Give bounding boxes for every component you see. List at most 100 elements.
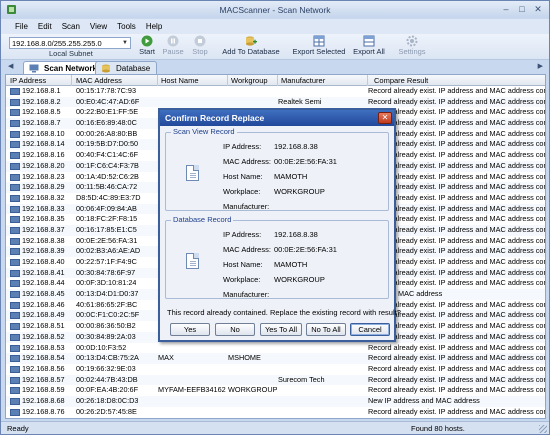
status-text: Ready (7, 424, 29, 433)
start-button[interactable]: Start (137, 35, 157, 56)
maximize-icon[interactable]: □ (515, 3, 529, 15)
cell-ip-address: 192.168.8.59 (22, 385, 65, 395)
subnet-label: Local Subnet (49, 49, 93, 58)
no-button[interactable]: No (215, 323, 255, 336)
pause-button[interactable]: Pause (162, 35, 184, 56)
col-ip-address[interactable]: IP Address (6, 75, 72, 86)
cell-compare-result: Record already exist. IP address and MAC… (368, 374, 546, 384)
settings-button[interactable]: Settings (397, 35, 427, 56)
col-workgroup[interactable]: Workgroup (228, 75, 278, 86)
host-icon (10, 205, 20, 213)
host-icon (10, 291, 20, 299)
cell-compare-result: Record already exist. IP address and MAC… (368, 86, 546, 95)
stop-button[interactable]: Stop (190, 35, 210, 56)
cell-manufacturer: Surecom Tech (278, 374, 325, 384)
dialog-close-icon[interactable]: ✕ (378, 112, 392, 124)
scan-view-record-group: Scan View Record IP Address: 192.168.8.3… (165, 127, 389, 211)
table-row[interactable]: 192.168.8.53 00:0D:10:F3:52 Record already… (6, 342, 545, 354)
cell-manufacturer: Realtek Semi (278, 96, 322, 106)
yes-button[interactable]: Yes (170, 323, 210, 336)
cell-ip-address: 192.168.8.10 (22, 128, 65, 138)
menu-edit[interactable]: Edit (38, 22, 52, 31)
col-manufacturer[interactable]: Manufacturer (278, 75, 368, 86)
cell-mac-address: 00:02:44:7B:43:DB (76, 374, 138, 384)
cell-mac-address: 00:0C:F1:C0:2C:5F (76, 310, 140, 320)
host-icon (10, 312, 20, 320)
table-row[interactable]: 192.168.8.68 00:26:18:D8:0C:D3 New IP addr… (6, 395, 545, 407)
cell-mac-address: 00:1A:4D:52:C6:2B (76, 171, 139, 181)
cell-mac-address: 00:15:17:78:7C:93 (76, 86, 137, 95)
close-icon[interactable]: ✕ (531, 3, 545, 15)
menu-file[interactable]: File (15, 22, 28, 31)
scan-workplace-label: Workplace: (223, 187, 261, 196)
host-icon (10, 130, 20, 138)
table-row[interactable]: 192.168.8.2 00:E0:4C:47:AD:6F Realtek Semi… (6, 96, 545, 108)
db-host-value: MAMOTH (274, 260, 308, 269)
export-all-button[interactable]: Export All (353, 35, 385, 56)
cell-ip-address: 192.168.8.16 (22, 150, 65, 160)
col-mac-address[interactable]: MAC Address (72, 75, 158, 86)
menu-view[interactable]: View (90, 22, 107, 31)
table-row[interactable]: 192.168.8.1 00:15:17:78:7C:93 Record alrea… (6, 86, 546, 97)
cell-mac-address: 00:26:2D:57:45:8E (76, 406, 137, 416)
menu-help[interactable]: Help (146, 22, 162, 31)
host-icon (10, 301, 20, 309)
database-icon (102, 64, 110, 73)
cell-ip-address: 192.168.8.29 (22, 182, 65, 192)
tab-scan-network[interactable]: Scan Network (23, 61, 104, 74)
host-icon (10, 226, 20, 234)
minimize-icon[interactable]: – (499, 3, 513, 15)
gear-icon (406, 35, 418, 47)
table-row[interactable]: 192.168.8.59 00:0F:EA:4B:20:6F MYFAM-EEFB3… (6, 385, 545, 396)
scan-ip-label: IP Address: (223, 142, 262, 151)
host-icon (10, 173, 20, 181)
cancel-button[interactable]: Cancel (350, 323, 390, 336)
scan-host-value: MAMOTH (274, 172, 308, 181)
host-icon (10, 194, 20, 202)
chevron-down-icon[interactable]: ▼ (120, 38, 130, 48)
main-window: MACScanner - Scan Network – □ ✕ File Edi… (0, 0, 550, 435)
scan-ip-value: 192.168.8.38 (274, 142, 318, 151)
export-selected-button[interactable]: Export Selected (291, 35, 347, 56)
col-compare-result[interactable]: Compare Result (368, 75, 545, 86)
cell-ip-address: 192.168.8.53 (22, 342, 65, 352)
tab-database[interactable]: Database (95, 61, 158, 74)
cell-ip-address: 192.168.8.2 (22, 96, 61, 106)
subnet-select[interactable]: 192.168.8.0/255.255.255.0 ▼ (9, 37, 131, 49)
col-host-name[interactable]: Host Name (158, 75, 228, 86)
cell-ip-address: 192.168.8.20 (22, 160, 65, 170)
menu-tools[interactable]: Tools (117, 22, 136, 31)
host-icon (10, 333, 20, 341)
network-icon (29, 64, 39, 73)
cell-ip-address: 192.168.8.1 (22, 86, 61, 95)
cell-ip-address: 192.168.8.49 (22, 310, 65, 320)
host-icon (10, 344, 20, 352)
yes-to-all-button[interactable]: Yes To All (260, 323, 302, 336)
export-all-icon (363, 35, 375, 47)
host-icon (10, 323, 20, 331)
table-row[interactable]: 192.168.8.56 00:19:66:32:9E:03 Record alre… (6, 363, 545, 375)
subnet-value: 192.168.8.0/255.255.255.0 (12, 39, 102, 48)
cell-mac-address: 00:18:FC:2F:F8:15 (76, 214, 138, 224)
cell-workgroup: WORKGROUP (228, 385, 278, 395)
host-icon (10, 355, 20, 363)
no-to-all-button[interactable]: No To All (306, 323, 346, 336)
cell-compare-result: Record already exist. IP address and MAC… (368, 406, 546, 416)
cell-compare-result: New IP address and MAC address (368, 395, 480, 405)
menu-scan[interactable]: Scan (62, 22, 80, 31)
table-row[interactable]: 192.168.8.76 00:26:2D:57:45:8E Record alre… (6, 406, 546, 418)
play-icon (141, 35, 153, 47)
host-icon (10, 141, 20, 149)
cell-mac-address: 00:19:66:32:9E:03 (76, 363, 136, 373)
cell-mac-address: 00:11:5B:46:CA:72 (76, 182, 138, 192)
status-bar: Ready Found 80 hosts. (1, 421, 549, 434)
database-record-group: Database Record IP Address: 192.168.8.38… (165, 215, 389, 299)
host-count: Found 80 hosts. (411, 424, 465, 433)
resize-grip-icon[interactable] (539, 425, 547, 433)
host-icon (10, 152, 20, 160)
tab-scroll-left-icon[interactable]: ◀ (8, 62, 13, 70)
tab-scroll-right-icon[interactable]: ▶ (538, 62, 543, 70)
add-to-database-button[interactable]: Add To Database (222, 35, 280, 56)
table-row[interactable]: 192.168.8.57 00:02:44:7B:43:DB Surecom Tec… (6, 374, 546, 386)
table-row[interactable]: 192.168.8.54 00:13:D4:CB:75:2A MAX MSHOME Re… (6, 353, 545, 364)
